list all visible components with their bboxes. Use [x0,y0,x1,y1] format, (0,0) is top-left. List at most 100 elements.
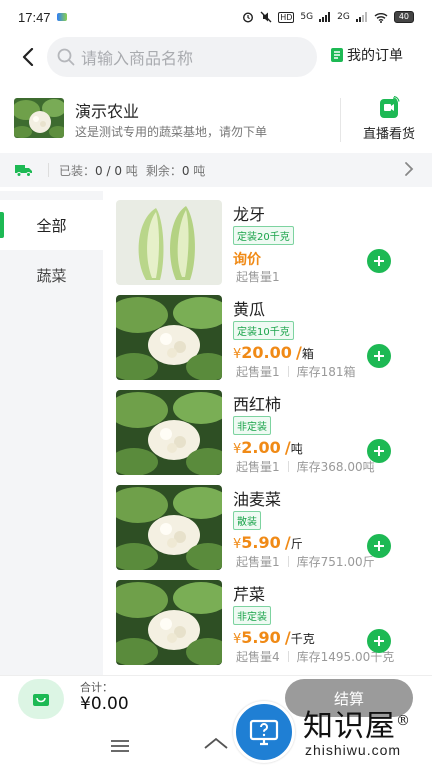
back-button[interactable] [6,35,50,79]
product-name: 油麦菜 [233,490,282,509]
help-monitor-icon [249,719,279,746]
signal-icon-2 [355,12,367,22]
product-item[interactable]: 龙牙 定装20千克 询价 起售量1 [103,191,432,286]
price-value: 5.90 [241,533,281,552]
product-image [116,295,222,380]
my-order-label: 我的订单 [347,48,403,64]
add-to-cart-button[interactable] [367,534,391,558]
farm-thumbnail [14,98,64,138]
product-item[interactable]: 芹菜 非定装 ¥5.90 /千克 起售量4 库存1495.00千克 [103,571,432,666]
product-name: 西红柿 [233,395,282,414]
order-icon [331,48,343,62]
category-label: 全部 [36,216,67,235]
product-price: ¥20.00 /箱 [233,343,314,362]
mute-icon [260,11,272,23]
loaded-label: 已装： [59,163,96,178]
search-icon [57,48,75,66]
product-tag: 定装20千克 [233,226,294,245]
meta-separator [287,556,289,567]
shopping-bag-icon [33,694,49,706]
menu-icon[interactable] [110,739,130,753]
watermark-logo [233,701,295,763]
loaded-status: 已装：0 / 0 吨 [59,162,138,179]
product-meta: 起售量1 [236,268,280,285]
load-status-bar[interactable]: 已装：0 / 0 吨 剩余：0 吨 [0,153,432,187]
home-icon[interactable] [203,736,229,756]
price-value: 2.00 [241,438,281,457]
loaded-value: 0 / 0 [95,163,122,178]
total-value: ¥0.00 [80,694,129,714]
inquiry-label[interactable]: 询价 [233,249,261,269]
price-value: 20.00 [241,343,292,362]
meta-separator [287,366,289,377]
min-order: 起售量4 [236,650,280,664]
product-name: 黄瓜 [233,300,266,319]
stock: 库存751.00斤 [296,555,375,569]
product-name: 芹菜 [233,585,266,604]
farm-info: 演示农业 这是测试专用的蔬菜基地，请勿下单 直播看货 [0,90,432,150]
price-value: 5.90 [241,628,281,647]
category-item-vegetables[interactable]: 蔬菜 [0,250,103,300]
min-order: 起售量1 [236,270,280,284]
remaining-value: 0 [181,163,190,178]
min-order: 起售量1 [236,365,280,379]
hd-icon: HD [278,11,295,23]
app-notification-icon [56,13,67,21]
network-5g-icon: 5G [300,12,314,22]
status-time: 17:47 [18,9,51,25]
product-image [116,580,222,665]
add-to-cart-button[interactable] [367,629,391,653]
stock: 库存368.00吨 [296,460,375,474]
plus-icon [374,636,384,646]
price-unit: 千克 [290,632,315,646]
product-price: ¥5.90 /千克 [233,628,315,647]
price-unit: 斤 [290,537,303,551]
product-tag: 非定装 [233,606,271,625]
back-arrow-icon [22,48,34,66]
farm-name: 演示农业 [75,102,140,121]
meta-separator [287,651,289,662]
live-view-button[interactable]: 直播看货 [350,96,428,146]
product-price: ¥2.00 /吨 [233,438,303,457]
live-view-label: 直播看货 [362,127,415,142]
header: 请输入商品名称 我的订单 [0,34,432,80]
add-to-cart-button[interactable] [367,344,391,368]
product-name: 龙牙 [233,205,266,224]
plus-icon [374,541,384,551]
meta-separator [287,461,289,472]
product-image [116,485,222,570]
product-item[interactable]: 油麦菜 散装 ¥5.90 /斤 起售量1 库存751.00斤 [103,476,432,571]
product-meta: 起售量1 库存751.00斤 [236,553,375,570]
farm-description: 这是测试专用的蔬菜基地，请勿下单 [75,125,268,139]
alarm-icon [243,12,254,23]
truck-container [0,153,48,187]
product-item[interactable]: 西红柿 非定装 ¥2.00 /吨 起售量1 库存368.00吨 [103,381,432,476]
product-meta: 起售量1 库存181箱 [236,363,356,380]
loaded-unit: 吨 [125,163,138,178]
search-placeholder: 请输入商品名称 [81,49,194,68]
price-unit: 吨 [290,442,303,456]
signal-icon [319,12,331,22]
stock: 库存181箱 [296,365,356,379]
status-icons: HD 5G 2G 40 [242,11,414,23]
category-item-all[interactable]: 全部 [0,200,103,250]
add-to-cart-button[interactable] [367,249,391,273]
product-meta: 起售量1 库存368.00吨 [236,458,375,475]
my-order-button[interactable]: 我的订单 [330,45,403,65]
min-order: 起售量1 [236,555,280,569]
status-bar: 17:47 HD 5G 2G 40 [0,0,432,34]
add-to-cart-button[interactable] [367,439,391,463]
truck-icon [15,165,32,177]
live-camera-icon [380,96,400,118]
category-sidebar: 全部 蔬菜 [0,191,103,675]
price-unit: 箱 [301,347,314,361]
product-item[interactable]: 黄瓜 定装10千克 ¥20.00 /箱 起售量1 库存181箱 [103,286,432,381]
product-tag: 散装 [233,511,261,530]
cart-button[interactable] [18,679,64,719]
product-meta: 起售量4 库存1495.00千克 [236,648,394,665]
watermark-title: 知识屋® [303,701,411,745]
product-price: ¥5.90 /斤 [233,533,303,552]
search-input[interactable]: 请输入商品名称 [47,37,317,77]
plus-icon [374,351,384,361]
watermark-registered: ® [396,713,411,729]
